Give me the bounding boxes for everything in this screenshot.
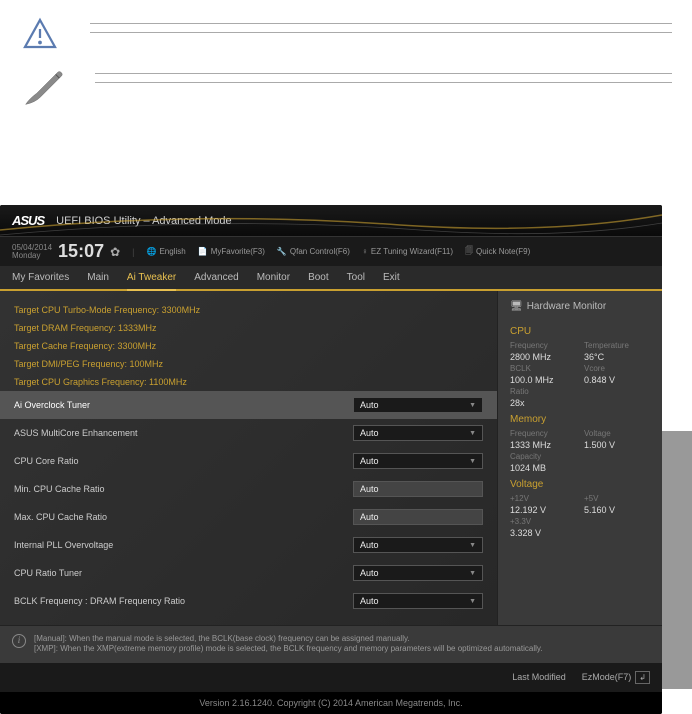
mem-capacity: 1024 MB: [510, 463, 576, 473]
help-text: [Manual]: When the manual mode is select…: [34, 634, 543, 655]
tab-tool[interactable]: Tool: [347, 272, 365, 283]
dropdown[interactable]: Auto▼: [353, 537, 483, 553]
input-field[interactable]: Auto: [353, 481, 483, 497]
clock-time: 15:07: [58, 241, 104, 262]
tab-main[interactable]: Main: [87, 272, 109, 283]
chevron-down-icon: ▼: [469, 402, 476, 409]
switch-mode-icon: ↲: [635, 671, 650, 684]
target-info: Target CPU Turbo-Mode Frequency: 3300MHz: [14, 301, 483, 319]
bios-screenshot: ASUS UEFI BIOS Utility – Advanced Mode 0…: [0, 205, 662, 714]
copyright-text: Version 2.16.1240. Copyright (C) 2014 Am…: [0, 692, 662, 714]
hw-memory-section: Memory: [510, 414, 650, 425]
tab-boot[interactable]: Boot: [308, 272, 329, 283]
hardware-monitor-panel: 🖥 Hardware Monitor CPU Frequency Tempera…: [497, 291, 662, 625]
setting-min-cpu-cache-ratio[interactable]: Min. CPU Cache Ratio Auto: [14, 475, 483, 503]
dropdown[interactable]: Auto▼: [353, 397, 483, 413]
dropdown[interactable]: Auto▼: [353, 425, 483, 441]
hw-monitor-title: 🖥 Hardware Monitor: [510, 301, 650, 320]
cpu-vcore: 0.848 V: [584, 375, 650, 385]
divider: [95, 73, 672, 74]
bios-window-title: UEFI BIOS Utility – Advanced Mode: [56, 215, 231, 227]
target-info: Target DRAM Frequency: 1333MHz: [14, 319, 483, 337]
help-panel: i [Manual]: When the manual mode is sele…: [0, 625, 662, 663]
divider: [95, 82, 672, 83]
my-favorite-button[interactable]: 📄 MyFavorite(F3): [198, 247, 265, 256]
page-edge-decoration: [662, 431, 692, 689]
cpu-temperature: 36°C: [584, 352, 650, 362]
voltage-5v: 5.160 V: [584, 505, 650, 515]
note-pen-icon: [20, 65, 65, 110]
setting-bclk-dram-ratio[interactable]: BCLK Frequency : DRAM Frequency Ratio Au…: [14, 587, 483, 615]
target-info: Target Cache Frequency: 3300MHz: [14, 337, 483, 355]
tab-advanced[interactable]: Advanced: [194, 272, 238, 283]
tab-exit[interactable]: Exit: [383, 272, 400, 283]
cpu-ratio: 28x: [510, 398, 576, 408]
mem-voltage: 1.500 V: [584, 440, 650, 450]
language-selector[interactable]: 🌐 English: [147, 247, 186, 256]
setting-cpu-core-ratio[interactable]: CPU Core Ratio Auto▼: [14, 447, 483, 475]
chevron-down-icon: ▼: [469, 458, 476, 465]
cpu-bclk: 100.0 MHz: [510, 375, 576, 385]
voltage-3v3: 3.328 V: [510, 528, 576, 538]
input-field[interactable]: Auto: [353, 509, 483, 525]
dropdown[interactable]: Auto▼: [353, 565, 483, 581]
info-icon: i: [12, 634, 26, 648]
day-text: Monday: [12, 252, 52, 260]
tab-monitor[interactable]: Monitor: [257, 272, 290, 283]
hw-voltage-section: Voltage: [510, 479, 650, 490]
chevron-down-icon: ▼: [469, 542, 476, 549]
asus-logo: ASUS: [12, 213, 44, 228]
target-info: Target DMI/PEG Frequency: 100MHz: [14, 355, 483, 373]
setting-multicore-enhancement[interactable]: ASUS MultiCore Enhancement Auto▼: [14, 419, 483, 447]
setting-max-cpu-cache-ratio[interactable]: Max. CPU Cache Ratio Auto: [14, 503, 483, 531]
settings-panel: Target CPU Turbo-Mode Frequency: 3300MHz…: [0, 291, 497, 625]
setting-cpu-ratio-tuner[interactable]: CPU Ratio Tuner Auto▼: [14, 559, 483, 587]
voltage-12v: 12.192 V: [510, 505, 576, 515]
dropdown[interactable]: Auto▼: [353, 593, 483, 609]
divider: [90, 23, 672, 24]
chevron-down-icon: ▼: [469, 570, 476, 577]
last-modified-button[interactable]: Last Modified: [512, 672, 566, 682]
tab-my-favorites[interactable]: My Favorites: [12, 272, 69, 283]
tab-ai-tweaker[interactable]: Ai Tweaker: [127, 272, 176, 291]
ez-tuning-button[interactable]: ♀ EZ Tuning Wizard(F11): [362, 247, 453, 256]
qfan-control-button[interactable]: 🔧 Qfan Control(F6): [277, 247, 350, 256]
setting-internal-pll-overvoltage[interactable]: Internal PLL Overvoltage Auto▼: [14, 531, 483, 559]
quick-note-button[interactable]: 🗐 Quick Note(F9): [465, 245, 530, 259]
settings-gear-icon[interactable]: ✿: [110, 245, 120, 259]
chevron-down-icon: ▼: [469, 598, 476, 605]
warning-icon: [20, 15, 60, 55]
target-info: Target CPU Graphics Frequency: 1100MHz: [14, 373, 483, 391]
cpu-frequency: 2800 MHz: [510, 352, 576, 362]
dropdown[interactable]: Auto▼: [353, 453, 483, 469]
datetime-block: 05/04/2014 Monday 15:07 ✿: [12, 241, 120, 262]
ezmode-button[interactable]: EzMode(F7)↲: [582, 671, 650, 684]
divider: [90, 32, 672, 33]
hw-cpu-section: CPU: [510, 326, 650, 337]
setting-ai-overclock-tuner[interactable]: Ai Overclock Tuner Auto▼: [0, 391, 497, 419]
mem-frequency: 1333 MHz: [510, 440, 576, 450]
chevron-down-icon: ▼: [469, 430, 476, 437]
